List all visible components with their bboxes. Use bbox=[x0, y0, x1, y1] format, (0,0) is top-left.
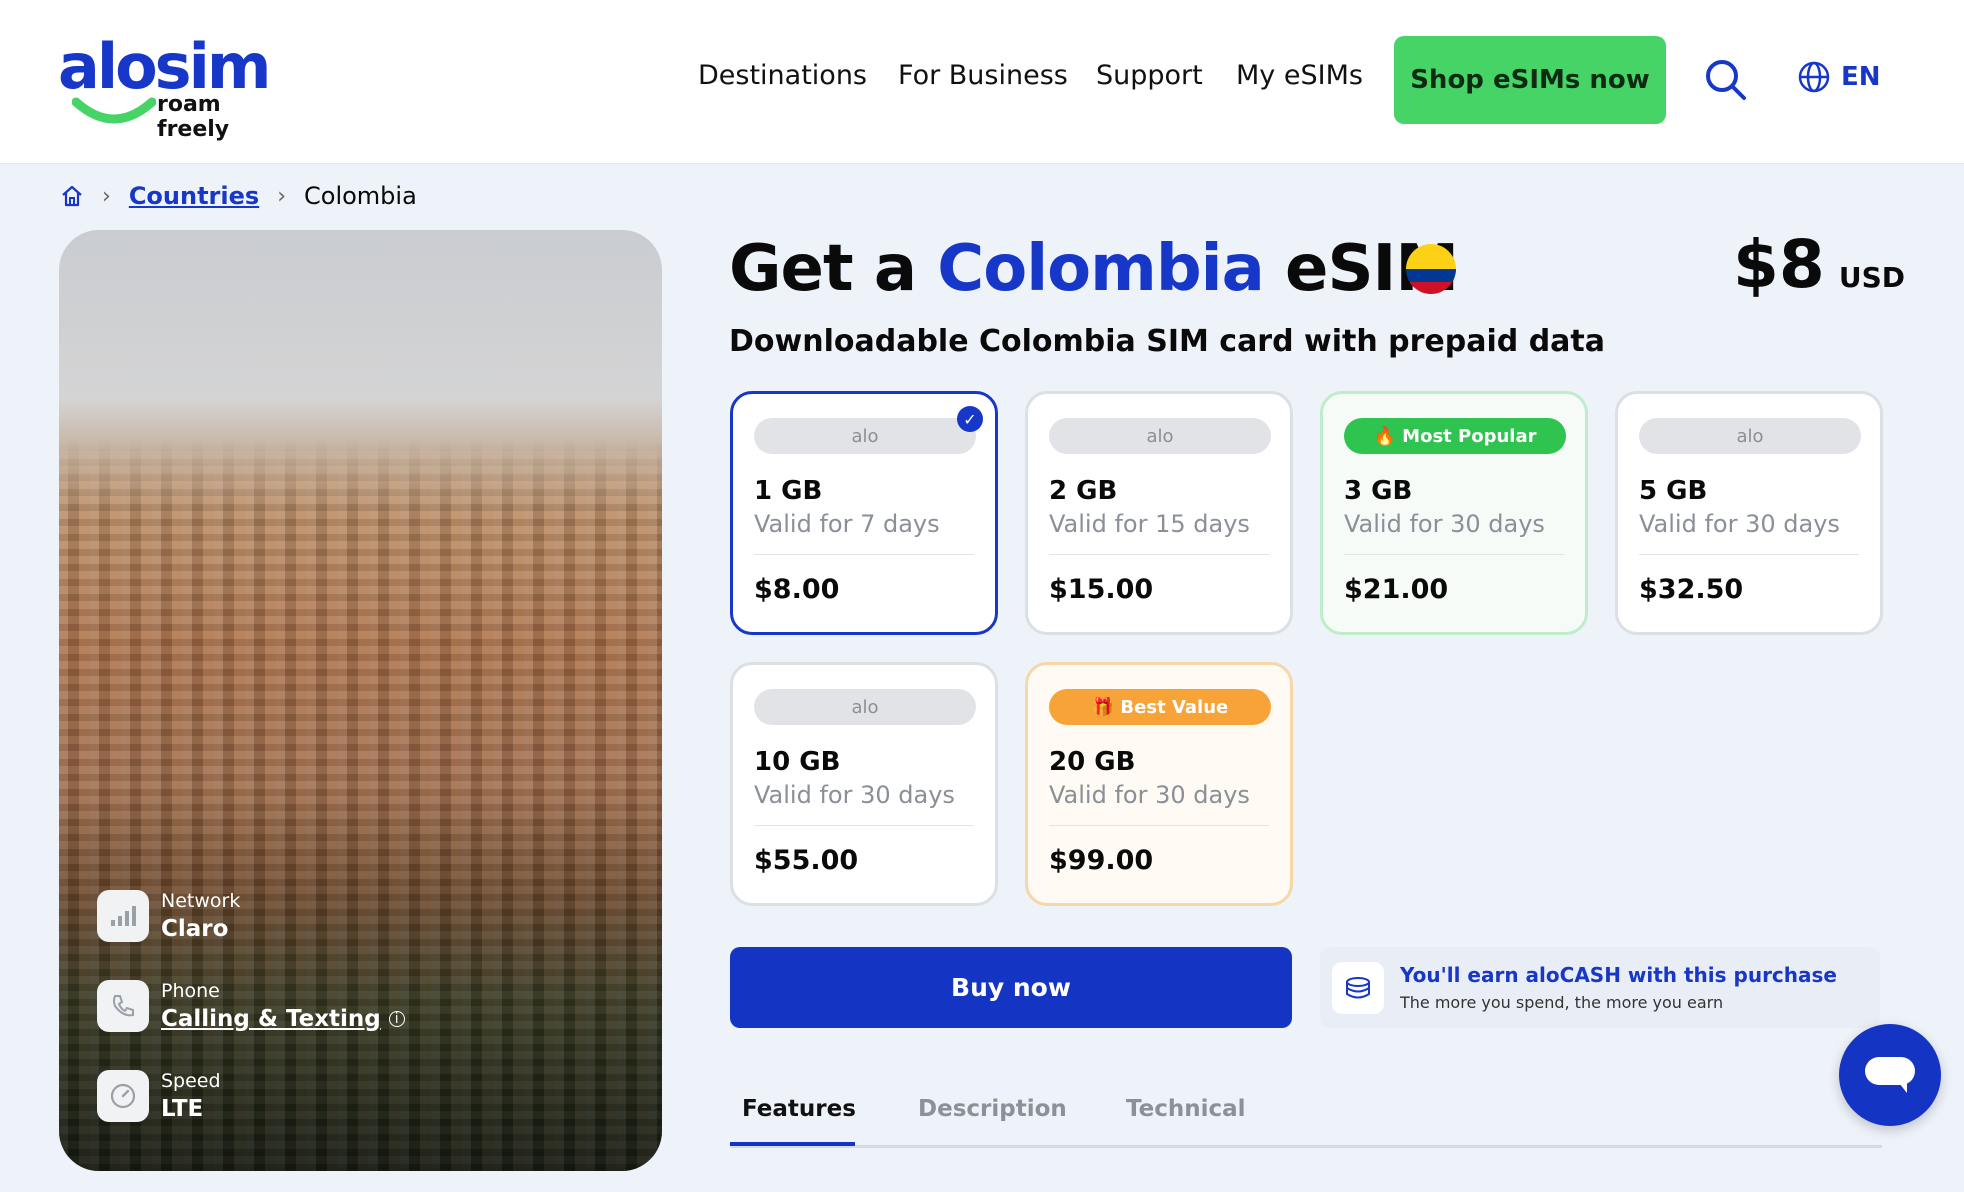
language-selector[interactable]: EN bbox=[1797, 60, 1881, 94]
plan-card-5gb[interactable]: alo 5 GB Valid for 30 days $32.50 bbox=[1615, 391, 1883, 635]
tab-features[interactable]: Features bbox=[742, 1096, 856, 1122]
plan-data: 5 GB bbox=[1639, 476, 1708, 506]
plan-card-2gb[interactable]: alo 2 GB Valid for 15 days $15.00 bbox=[1025, 391, 1293, 635]
nav-my-esims[interactable]: My eSIMs bbox=[1236, 60, 1363, 91]
checkmark-icon: ✓ bbox=[957, 406, 983, 432]
spec-phone-label: Phone bbox=[161, 980, 220, 1002]
chat-bubble-icon bbox=[1865, 1057, 1915, 1093]
plan-badge: alo bbox=[1049, 418, 1271, 454]
plan-validity: Valid for 30 days bbox=[1344, 510, 1545, 538]
title-country: Colombia bbox=[937, 232, 1264, 306]
breadcrumb-current: Colombia bbox=[304, 182, 417, 210]
nav-destinations[interactable]: Destinations bbox=[698, 60, 867, 91]
spec-network-label: Network bbox=[161, 890, 241, 912]
plan-card-10gb[interactable]: alo 10 GB Valid for 30 days $55.00 bbox=[730, 662, 998, 906]
plan-validity: Valid for 30 days bbox=[754, 781, 955, 809]
plan-validity: Valid for 30 days bbox=[1639, 510, 1840, 538]
price-value: $8 bbox=[1733, 226, 1825, 303]
plan-price: $99.00 bbox=[1049, 845, 1154, 876]
alocash-banner: You'll earn aloCASH with this purchase T… bbox=[1320, 947, 1880, 1028]
spec-network: Network Claro bbox=[97, 890, 240, 942]
plan-badge: alo bbox=[754, 689, 976, 725]
plan-validity: Valid for 7 days bbox=[754, 510, 940, 538]
nav-support[interactable]: Support bbox=[1096, 60, 1203, 91]
plan-divider bbox=[1049, 554, 1269, 555]
plan-data: 3 GB bbox=[1344, 476, 1413, 506]
shop-esims-button[interactable]: Shop eSIMs now bbox=[1394, 36, 1666, 124]
plan-divider bbox=[754, 554, 974, 555]
logo-tagline: roam freely bbox=[157, 92, 230, 142]
nav-for-business[interactable]: For Business bbox=[898, 60, 1068, 91]
best-value-badge: 🎁 Best Value bbox=[1049, 689, 1271, 725]
alocash-subtitle: The more you spend, the more you earn bbox=[1400, 993, 1724, 1012]
signal-icon bbox=[97, 890, 149, 942]
chevron-right-icon: › bbox=[277, 183, 286, 209]
tab-technical[interactable]: Technical bbox=[1126, 1096, 1246, 1122]
spec-speed-label: Speed bbox=[161, 1070, 221, 1092]
plan-badge: alo bbox=[1639, 418, 1861, 454]
plan-data: 20 GB bbox=[1049, 747, 1136, 777]
colombia-hero-image: Network Claro Phone Calling & Texting i … bbox=[59, 230, 662, 1171]
plan-validity: Valid for 30 days bbox=[1049, 781, 1250, 809]
globe-icon bbox=[1798, 61, 1830, 93]
breadcrumb-countries[interactable]: Countries bbox=[129, 182, 259, 210]
search-icon[interactable] bbox=[1704, 58, 1748, 102]
logo-smile-icon bbox=[72, 97, 156, 124]
plan-price: $32.50 bbox=[1639, 574, 1744, 605]
plan-divider bbox=[1344, 554, 1564, 555]
chevron-right-icon: › bbox=[102, 183, 111, 209]
language-label: EN bbox=[1841, 62, 1881, 92]
active-tab-indicator bbox=[730, 1142, 855, 1146]
page-subtitle: Downloadable Colombia SIM card with prep… bbox=[729, 324, 1606, 359]
spec-speed: Speed LTE bbox=[97, 1070, 221, 1122]
buy-now-button[interactable]: Buy now bbox=[730, 947, 1292, 1028]
title-prefix: Get a bbox=[729, 232, 917, 306]
home-icon[interactable] bbox=[60, 184, 84, 208]
spec-phone: Phone Calling & Texting i bbox=[97, 980, 405, 1032]
plan-data: 1 GB bbox=[754, 476, 823, 506]
product-tabs: Features Description Technical bbox=[730, 1090, 1882, 1148]
speedometer-icon bbox=[97, 1070, 149, 1122]
plan-divider bbox=[1049, 825, 1269, 826]
coins-icon bbox=[1332, 961, 1384, 1014]
plan-card-20gb[interactable]: 🎁 Best Value 20 GB Valid for 30 days $99… bbox=[1025, 662, 1293, 906]
chat-launcher-button[interactable] bbox=[1839, 1024, 1941, 1126]
plan-card-1gb[interactable]: alo ✓ 1 GB Valid for 7 days $8.00 bbox=[730, 391, 998, 635]
most-popular-badge: 🔥 Most Popular bbox=[1344, 418, 1566, 454]
plan-badge: alo bbox=[754, 418, 976, 454]
alocash-title: You'll earn aloCASH with this purchase bbox=[1400, 963, 1837, 987]
plan-card-3gb[interactable]: 🔥 Most Popular 3 GB Valid for 30 days $2… bbox=[1320, 391, 1588, 635]
plan-data: 10 GB bbox=[754, 747, 841, 777]
tab-description[interactable]: Description bbox=[918, 1096, 1067, 1122]
spec-network-value: Claro bbox=[161, 916, 229, 942]
colombia-flag-icon bbox=[1406, 244, 1456, 294]
info-icon[interactable]: i bbox=[388, 1011, 405, 1027]
site-header: alosim roam freely Destinations For Busi… bbox=[0, 0, 1964, 164]
price-display: $8 USD bbox=[1733, 226, 1905, 303]
spec-speed-value: LTE bbox=[161, 1096, 204, 1122]
breadcrumb: › Countries › Colombia bbox=[60, 182, 417, 210]
alosim-logo[interactable]: alosim roam freely bbox=[58, 30, 288, 142]
plan-price: $55.00 bbox=[754, 845, 859, 876]
plan-divider bbox=[754, 825, 974, 826]
page-title: Get a Colombia eSIM bbox=[729, 232, 1459, 306]
price-currency: USD bbox=[1838, 261, 1906, 294]
plan-price: $21.00 bbox=[1344, 574, 1449, 605]
plan-data: 2 GB bbox=[1049, 476, 1118, 506]
plan-price: $8.00 bbox=[754, 574, 840, 605]
phone-icon bbox=[97, 980, 149, 1032]
plan-divider bbox=[1639, 554, 1859, 555]
spec-phone-value[interactable]: Calling & Texting bbox=[161, 1006, 381, 1032]
plan-validity: Valid for 15 days bbox=[1049, 510, 1250, 538]
plan-price: $15.00 bbox=[1049, 574, 1154, 605]
